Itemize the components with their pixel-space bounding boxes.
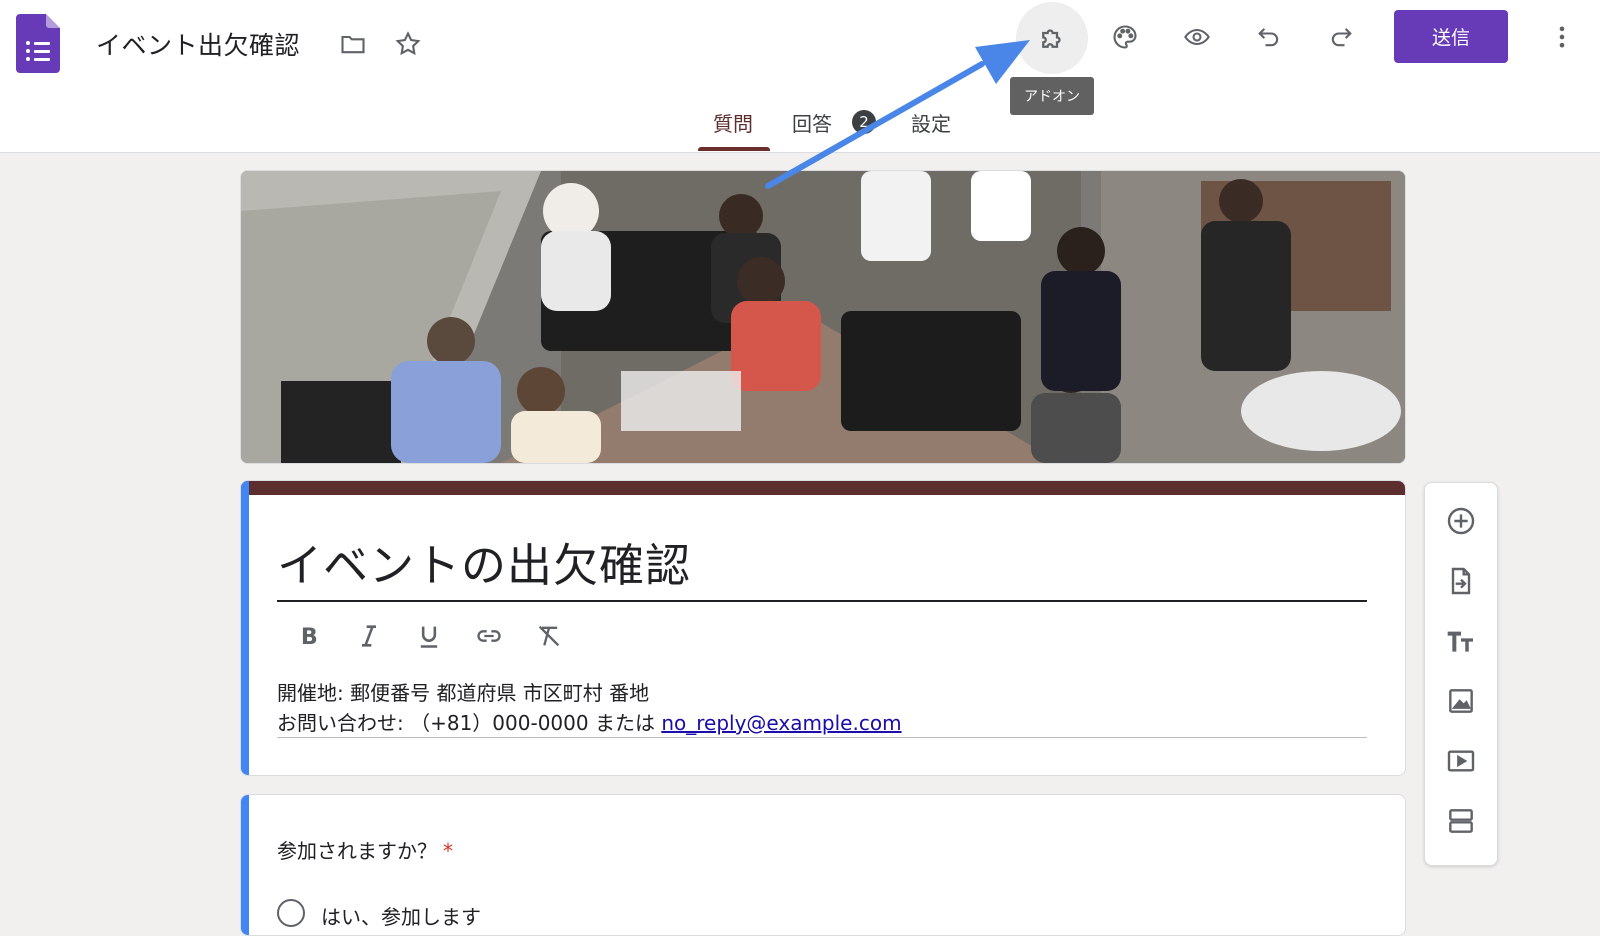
list-line-icon: [34, 50, 50, 53]
list-dot-icon: [26, 57, 30, 61]
folder-icon[interactable]: [333, 24, 373, 64]
palette-icon[interactable]: [1105, 17, 1145, 57]
form-description-line1[interactable]: 開催地: 郵便番号 都道府県 市区町村 番地: [277, 677, 649, 706]
tab-responses[interactable]: 回答: [792, 108, 832, 137]
active-card-indicator: [241, 481, 249, 775]
question-toolbar: [1424, 482, 1498, 866]
list-dot-icon: [26, 41, 30, 45]
link-icon[interactable]: [469, 616, 509, 656]
tab-questions[interactable]: 質問: [713, 108, 753, 137]
bold-icon[interactable]: B: [289, 616, 329, 656]
app-header: イベント出欠確認 アドオン 送信 質問 回答 2 設定: [0, 0, 1600, 153]
list-dot-icon: [26, 49, 30, 53]
form-title-card: イベントの出欠確認 B 開催地: 郵便番号 都道府県 市区町村 番地 お問い合わ…: [240, 480, 1406, 776]
question-title[interactable]: 参加されますか？ *: [277, 835, 453, 864]
add-question-icon[interactable]: [1441, 501, 1481, 541]
required-mark: *: [443, 839, 453, 863]
puzzle-icon: [1042, 29, 1061, 48]
question-text: 参加されますか？: [277, 839, 437, 863]
document-title[interactable]: イベント出欠確認: [96, 26, 300, 62]
import-questions-icon[interactable]: [1441, 561, 1481, 601]
star-icon[interactable]: [388, 24, 428, 64]
add-image-icon[interactable]: [1441, 681, 1481, 721]
add-title-text-icon[interactable]: [1441, 621, 1481, 661]
underline-icon[interactable]: [409, 616, 449, 656]
list-line-icon: [34, 42, 50, 45]
header-banner-image: [240, 170, 1406, 464]
list-line-icon: [34, 58, 50, 61]
form-description-line2[interactable]: お問い合わせ: （+81）000-0000 または no_reply@examp…: [277, 707, 902, 736]
description-underline: [277, 737, 1367, 738]
clear-formatting-icon[interactable]: [529, 616, 569, 656]
option-radio[interactable]: [277, 899, 305, 927]
add-section-icon[interactable]: [1441, 801, 1481, 841]
form-title-input[interactable]: イベントの出欠確認: [277, 529, 691, 594]
svg-text:B: B: [301, 624, 318, 650]
contact-email-link[interactable]: no_reply@example.com: [661, 711, 901, 735]
contact-text: お問い合わせ: （+81）000-0000 または: [277, 711, 662, 735]
addon-button[interactable]: [1016, 2, 1088, 74]
send-button[interactable]: 送信: [1394, 10, 1508, 63]
italic-icon[interactable]: [349, 616, 389, 656]
question-card[interactable]: 参加されますか？ * はい、参加します: [240, 794, 1406, 936]
preview-eye-icon[interactable]: [1177, 17, 1217, 57]
question-card-indicator: [241, 795, 249, 935]
responses-count-badge: 2: [852, 110, 876, 134]
more-vert-icon[interactable]: [1542, 17, 1582, 57]
redo-icon[interactable]: [1321, 17, 1361, 57]
option-label[interactable]: はい、参加します: [321, 901, 481, 930]
add-video-icon[interactable]: [1441, 741, 1481, 781]
tab-settings[interactable]: 設定: [911, 108, 951, 137]
active-tab-indicator: [698, 147, 770, 151]
addon-tooltip: アドオン: [1010, 77, 1094, 115]
theme-color-strip: [241, 481, 1405, 495]
forms-logo-icon[interactable]: [16, 14, 60, 73]
title-input-underline: [277, 600, 1367, 602]
party-photo-illustration: [241, 171, 1405, 463]
undo-icon[interactable]: [1249, 17, 1289, 57]
